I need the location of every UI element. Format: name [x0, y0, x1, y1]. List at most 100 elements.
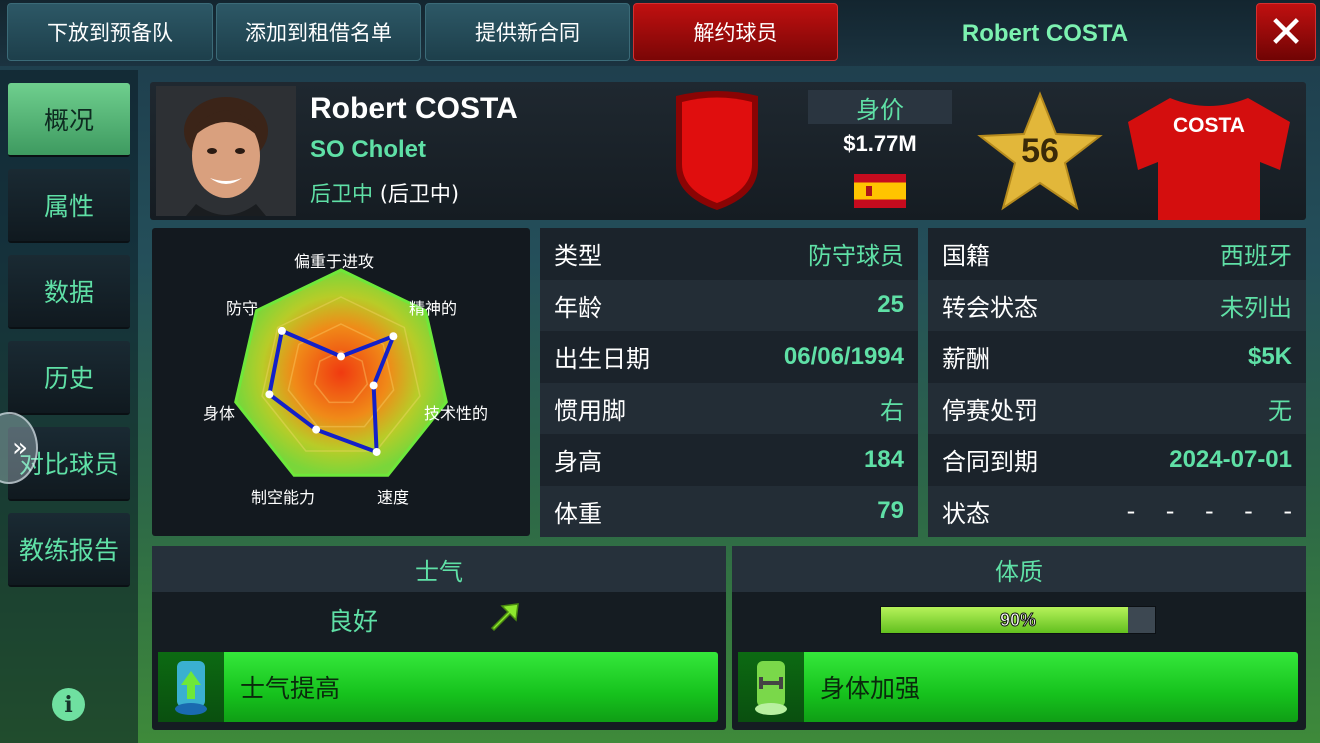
- stat-value: 184: [863, 445, 904, 473]
- add-to-loan-list-button[interactable]: 添加到租借名单: [216, 3, 421, 61]
- market-value-label: 身价: [808, 90, 952, 124]
- stat-row-transfer-status: 转会状态 未列出: [928, 279, 1306, 331]
- release-to-reserves-button[interactable]: 下放到预备队: [7, 3, 213, 61]
- stat-label: 转会状态: [942, 293, 1038, 322]
- boost-morale-button[interactable]: 士气提高: [158, 652, 718, 722]
- stat-row-form: 状态 - - - - -: [928, 485, 1306, 537]
- stat-label: 国籍: [942, 242, 990, 271]
- spain-flag-icon: [854, 174, 906, 208]
- stat-row-height: 身高 184: [540, 434, 918, 486]
- radar-label-defending: 防守: [226, 299, 259, 318]
- stat-label: 出生日期: [554, 345, 650, 374]
- sidebar-item-overview[interactable]: 概况: [8, 83, 130, 157]
- market-value-amount: $1.77M: [843, 131, 917, 156]
- stat-value: 2024-07-01: [1169, 445, 1292, 473]
- stat-row-contract-expiry: 合同到期 2024-07-01: [928, 434, 1306, 486]
- fitness-panel: 体质 90% 身体加强: [732, 546, 1306, 730]
- fitness-canister-icon: [738, 652, 804, 722]
- stat-row-salary: 薪酬 $5K: [928, 331, 1306, 383]
- stat-value: - - - - -: [1126, 497, 1292, 526]
- stat-label: 年龄: [554, 293, 602, 322]
- fitness-percent: 90%: [999, 609, 1037, 630]
- stat-value: 右: [880, 396, 904, 425]
- player-club: SO Cholet: [310, 136, 427, 163]
- stat-row-nationality: 国籍 西班牙: [928, 228, 1306, 280]
- morale-status: 良好: [328, 607, 379, 636]
- info-icon[interactable]: i: [52, 688, 85, 721]
- improve-fitness-label: 身体加强: [820, 674, 921, 703]
- stat-row-suspension: 停赛处罚 无: [928, 382, 1306, 434]
- stat-row-type: 类型 防守球员: [540, 228, 918, 280]
- stat-label: 类型: [554, 242, 602, 271]
- stat-value: 未列出: [1220, 293, 1292, 322]
- page-title: Robert COSTA: [961, 20, 1129, 47]
- sidebar-item-attributes[interactable]: 属性: [8, 169, 130, 243]
- avatar: [156, 86, 296, 216]
- stat-label: 停赛处罚: [942, 396, 1038, 425]
- radar-point: [372, 447, 381, 456]
- radar-label-technical: 技术性的: [424, 404, 489, 423]
- morale-panel: 士气 良好 士气提高: [152, 546, 726, 730]
- stat-value: 防守球员: [808, 242, 904, 271]
- radar-label-attacking: 偏重于进攻: [294, 252, 375, 271]
- stat-value: 西班牙: [1220, 242, 1292, 271]
- radar-label-mental: 精神的: [409, 299, 458, 318]
- stat-row-age: 年龄 25: [540, 279, 918, 331]
- radar-chart: [234, 268, 448, 477]
- rating-star-icon: 56: [976, 90, 1104, 214]
- position-primary: 后卫中: [310, 182, 373, 206]
- shirt-name: COSTA: [1173, 114, 1245, 137]
- arrow-up-right-icon: [488, 600, 522, 634]
- fitness-title: 体质: [732, 546, 1306, 592]
- radar-point: [389, 332, 398, 341]
- stat-label: 薪酬: [942, 345, 990, 374]
- radar-point: [312, 425, 321, 434]
- radar-point: [369, 381, 378, 390]
- stat-row-birthdate: 出生日期 06/06/1994: [540, 331, 918, 383]
- stat-label: 惯用脚: [554, 396, 626, 425]
- stat-value: 25: [877, 291, 904, 319]
- market-value: 身价 $1.77M: [808, 90, 952, 170]
- sidebar-item-data[interactable]: 数据: [8, 255, 130, 329]
- chevron-double-right-icon: »: [12, 433, 28, 463]
- stat-row-weight: 体重 79: [540, 485, 918, 537]
- stats-left: 类型 防守球员 年龄 25 出生日期 06/06/1994 惯用脚 右 身高 184 体重…: [540, 228, 918, 537]
- radar-label-aerial: 制空能力: [251, 488, 316, 507]
- stat-row-foot: 惯用脚 右: [540, 382, 918, 434]
- player-name: Robert COSTA: [310, 92, 518, 125]
- stat-label: 体重: [554, 499, 602, 528]
- morale-canister-icon: [158, 652, 224, 722]
- stats-right: 国籍 西班牙 转会状态 未列出 薪酬 $5K 停赛处罚 无 合同到期 2024-07-01…: [928, 228, 1306, 537]
- boost-morale-label: 士气提高: [240, 674, 341, 703]
- rating-value: 56: [1021, 132, 1059, 170]
- stat-label: 状态: [942, 499, 990, 528]
- stat-value: $5K: [1247, 342, 1292, 370]
- stat-value: 无: [1268, 396, 1292, 425]
- radar-label-physical: 身体: [203, 404, 236, 423]
- stat-label: 合同到期: [942, 448, 1038, 477]
- offer-new-contract-button[interactable]: 提供新合同: [425, 3, 630, 61]
- club-badge-icon: [670, 88, 764, 212]
- position-secondary: (后卫中): [379, 182, 460, 206]
- sidebar-item-coach-report[interactable]: 教练报告: [8, 513, 130, 587]
- close-button[interactable]: ✕: [1256, 3, 1316, 61]
- terminate-player-button[interactable]: 解约球员: [633, 3, 838, 61]
- stat-value: 06/06/1994: [783, 342, 904, 370]
- player-header: Robert COSTA SO Cholet 后卫中 (后卫中) 身价 $1.7…: [150, 82, 1306, 220]
- radar-point: [265, 390, 274, 399]
- improve-fitness-button[interactable]: 身体加强: [738, 652, 1298, 722]
- close-icon: ✕: [1267, 6, 1305, 58]
- stat-label: 身高: [554, 448, 602, 477]
- radar-point: [277, 326, 286, 335]
- shirt-icon: COSTA: [1120, 92, 1298, 220]
- sidebar: 概况 属性 数据 历史 对比球员 教练报告: [0, 70, 138, 743]
- morale-title: 士气: [152, 546, 726, 592]
- top-bar: 下放到预备队 添加到租借名单 提供新合同 解约球员 Robert COSTA ✕: [0, 0, 1320, 66]
- fitness-bar: 90%: [880, 606, 1156, 634]
- radar-label-speed: 速度: [377, 488, 410, 507]
- sidebar-item-history[interactable]: 历史: [8, 341, 130, 415]
- stat-value: 79: [877, 497, 904, 525]
- player-position: 后卫中 (后卫中): [310, 178, 459, 208]
- radar-point: [337, 352, 345, 361]
- attribute-radar: 偏重于进攻 精神的 技术性的 速度 制空能力 身体 防守: [152, 228, 530, 536]
